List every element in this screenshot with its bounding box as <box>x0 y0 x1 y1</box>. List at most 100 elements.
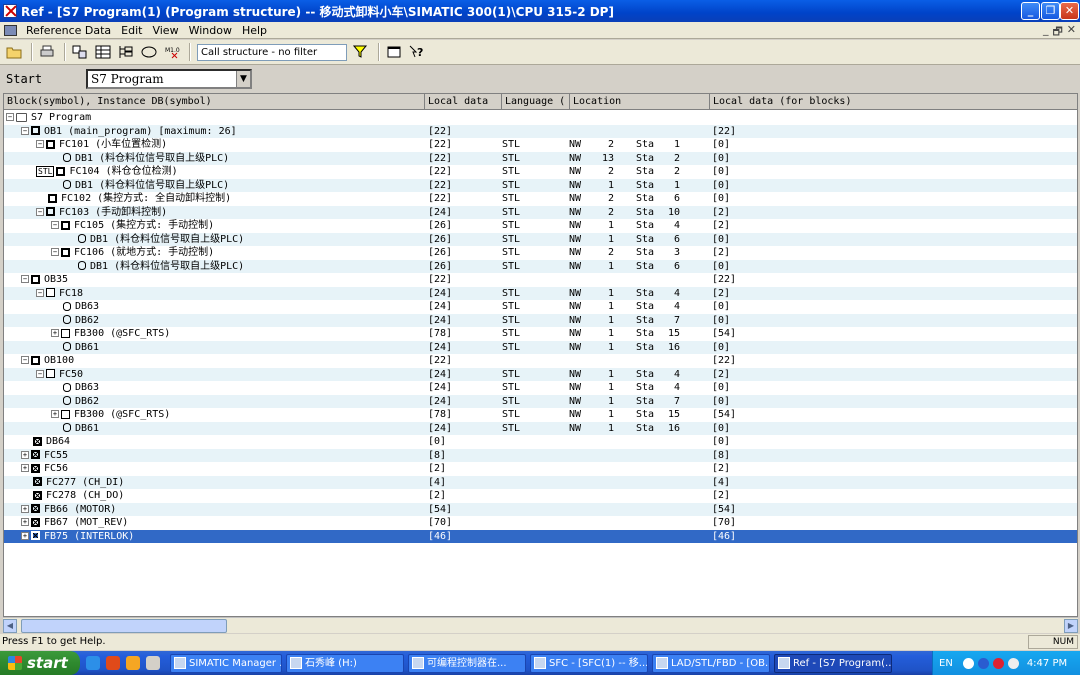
table-row[interactable]: DB1 (料仓料位信号取自上级PLC) [26] STL NW 1 Sta 6 [0] <box>4 259 1077 273</box>
table-row[interactable]: + FB66 (MOTOR) [54] [54] <box>4 502 1077 516</box>
assignment-list-icon[interactable] <box>93 42 113 62</box>
tray-network-icon[interactable] <box>977 657 989 669</box>
tray-arrow-icon[interactable] <box>962 657 974 669</box>
quicklaunch-icon[interactable] <box>146 656 160 670</box>
table-row[interactable]: + FC55 [8] [8] <box>4 448 1077 462</box>
collapse-icon[interactable]: − <box>36 369 44 378</box>
col-header-local-data-blocks[interactable]: Local data (for blocks) <box>713 96 851 107</box>
new-window-icon[interactable] <box>384 42 404 62</box>
expand-icon[interactable]: + <box>21 518 29 526</box>
table-row[interactable]: DB62 [24] STL NW 1 Sta 7 [0] <box>4 394 1077 408</box>
table-row[interactable]: − OB1 (main_program) [maximum: 26] [22] [22… <box>4 124 1077 138</box>
table-row[interactable]: − FC50 [24] STL NW 1 Sta 4 [2] <box>4 367 1077 381</box>
collapse-icon[interactable]: − <box>36 140 44 148</box>
menu-window[interactable]: Window <box>184 24 237 37</box>
table-row[interactable]: FC102 (集控方式: 全自动卸料控制) [22] STL NW 2 Sta 6 [0] <box>4 192 1077 206</box>
collapse-icon[interactable]: − <box>6 113 14 121</box>
table-row[interactable]: DB63 [24] STL NW 1 Sta 4 [0] <box>4 381 1077 395</box>
expand-icon[interactable]: + <box>51 410 59 418</box>
filter-display[interactable]: Call structure - no filter <box>197 43 347 61</box>
minimize-button[interactable]: _ <box>1021 2 1040 20</box>
table-row[interactable]: FC278 (CH_DO) [2] [2] <box>4 489 1077 503</box>
column-divider[interactable] <box>709 94 710 110</box>
open-folder-icon[interactable] <box>4 42 24 62</box>
table-row[interactable]: DB1 (料仓料位信号取自上级PLC) [22] STL NW 1 Sta 1 [0] <box>4 178 1077 192</box>
title-bar[interactable]: Ref - [S7 Program(1) (Program structure)… <box>0 0 1080 22</box>
table-row[interactable]: DB63 [24] STL NW 1 Sta 4 [0] <box>4 300 1077 314</box>
col-header-local-data[interactable]: Local data <box>428 96 488 107</box>
table-row[interactable]: − FC103 (手动卸料控制) [24] STL NW 2 Sta 10 [2] <box>4 205 1077 219</box>
chevron-down-icon[interactable]: ▼ <box>236 71 250 87</box>
expand-icon[interactable]: + <box>21 464 29 472</box>
menu-view[interactable]: View <box>147 24 183 37</box>
expand-icon[interactable]: + <box>21 531 29 540</box>
program-structure-table[interactable]: Block(symbol), Instance DB(symbol) Local… <box>3 93 1078 617</box>
help-icon[interactable]: ? <box>407 42 427 62</box>
task-ref[interactable]: Ref - [S7 Program(... <box>774 653 892 673</box>
filter-icon[interactable] <box>351 42 371 62</box>
collapse-icon[interactable]: − <box>51 248 59 256</box>
browser-icon[interactable] <box>126 656 140 670</box>
language-indicator[interactable]: EN <box>939 658 953 669</box>
table-row[interactable]: + FB67 (MOT_REV) [70] [70] <box>4 516 1077 530</box>
table-row[interactable]: − FC18 [24] STL NW 1 Sta 4 [2] <box>4 286 1077 300</box>
collapse-icon[interactable]: − <box>21 126 29 135</box>
expand-icon[interactable]: + <box>21 450 29 459</box>
start-select[interactable]: S7 Program ▼ <box>86 69 252 89</box>
table-row[interactable]: + FB75 (INTERLOK) [46] [46] <box>4 529 1077 543</box>
table-row[interactable]: DB61 [24] STL NW 1 Sta 16 [0] <box>4 421 1077 435</box>
restore-button[interactable]: ❐ <box>1041 2 1060 20</box>
collapse-icon[interactable]: − <box>36 288 44 297</box>
program-structure-icon[interactable] <box>116 42 136 62</box>
table-row[interactable]: − S7 Program <box>4 111 1077 125</box>
table-row[interactable]: DB64 [0] [0] <box>4 435 1077 449</box>
table-row[interactable]: DB61 [24] STL NW 1 Sta 16 [0] <box>4 340 1077 354</box>
start-button[interactable]: start <box>0 651 80 675</box>
expand-icon[interactable]: + <box>21 504 29 513</box>
column-divider[interactable] <box>501 94 502 110</box>
menu-edit[interactable]: Edit <box>116 24 147 37</box>
tray-volume-icon[interactable] <box>1007 657 1019 669</box>
col-header-location[interactable]: Location <box>573 96 621 107</box>
col-header-language[interactable]: Language ( <box>505 96 565 107</box>
ie-icon[interactable] <box>86 656 100 670</box>
table-row[interactable]: DB62 [24] STL NW 1 Sta 7 [0] <box>4 313 1077 327</box>
table-row[interactable]: − OB35 [22] [22] <box>4 273 1077 287</box>
task-plc[interactable]: 可编程控制器在... <box>408 653 526 673</box>
table-row[interactable]: + FB300 (@SFC_RTS) [78] STL NW 1 Sta 15 [54] <box>4 408 1077 422</box>
horizontal-scrollbar[interactable]: ◀ ▶ <box>3 617 1078 633</box>
table-row[interactable]: + FC56 [2] [2] <box>4 462 1077 476</box>
table-row[interactable]: − FC105 (集控方式: 手动控制) [26] STL NW 1 Sta 4 [2] <box>4 219 1077 233</box>
cross-reference-icon[interactable] <box>70 42 90 62</box>
no-symbol-icon[interactable]: M1.0 <box>162 42 182 62</box>
scroll-right-icon[interactable]: ▶ <box>1064 618 1078 633</box>
print-icon[interactable] <box>37 42 57 62</box>
task-sfc[interactable]: SFC - [SFC(1) -- 移... <box>530 653 648 673</box>
table-row[interactable]: DB1 (料仓料位信号取自上级PLC) [22] STL NW 13 Sta 2 [0] <box>4 151 1077 165</box>
tray-antivirus-icon[interactable] <box>992 657 1004 669</box>
expand-icon[interactable]: + <box>51 329 59 337</box>
app-icon[interactable] <box>3 4 17 18</box>
collapse-icon[interactable]: − <box>51 221 59 229</box>
task-lad-stl-fbd[interactable]: LAD/STL/FBD - [OB... <box>652 653 770 673</box>
task-simatic-manager[interactable]: SIMATIC Manager ... <box>170 653 282 673</box>
scroll-left-icon[interactable]: ◀ <box>3 618 17 633</box>
collapse-icon[interactable]: − <box>21 356 29 364</box>
scroll-thumb[interactable] <box>21 619 227 633</box>
task-drive-h[interactable]: 石秀峰 (H:) <box>286 653 404 673</box>
menu-reference-data[interactable]: Reference Data <box>21 24 116 37</box>
unused-symbols-icon[interactable] <box>139 42 159 62</box>
media-icon[interactable] <box>106 656 120 670</box>
menu-help[interactable]: Help <box>237 24 272 37</box>
table-row[interactable]: + FB300 (@SFC_RTS) [78] STL NW 1 Sta 15 [54] <box>4 327 1077 341</box>
col-header-block[interactable]: Block(symbol), Instance DB(symbol) <box>7 96 212 107</box>
collapse-icon[interactable]: − <box>21 275 29 283</box>
table-row[interactable]: − FC101 (小车位置检测) [22] STL NW 2 Sta 1 [0] <box>4 138 1077 152</box>
table-row[interactable]: FC277 (CH_DI) [4] [4] <box>4 475 1077 489</box>
table-row[interactable]: − FC106 (就地方式: 手动控制) [26] STL NW 2 Sta 3 [2] <box>4 246 1077 260</box>
collapse-icon[interactable]: − <box>36 207 44 216</box>
document-icon[interactable] <box>4 24 17 36</box>
table-row[interactable]: − OB100 [22] [22] <box>4 354 1077 368</box>
column-divider[interactable] <box>569 94 570 110</box>
table-row[interactable]: STL FC104 (料仓仓位检测) [22] STL NW 2 Sta 2 [0] <box>4 165 1077 179</box>
